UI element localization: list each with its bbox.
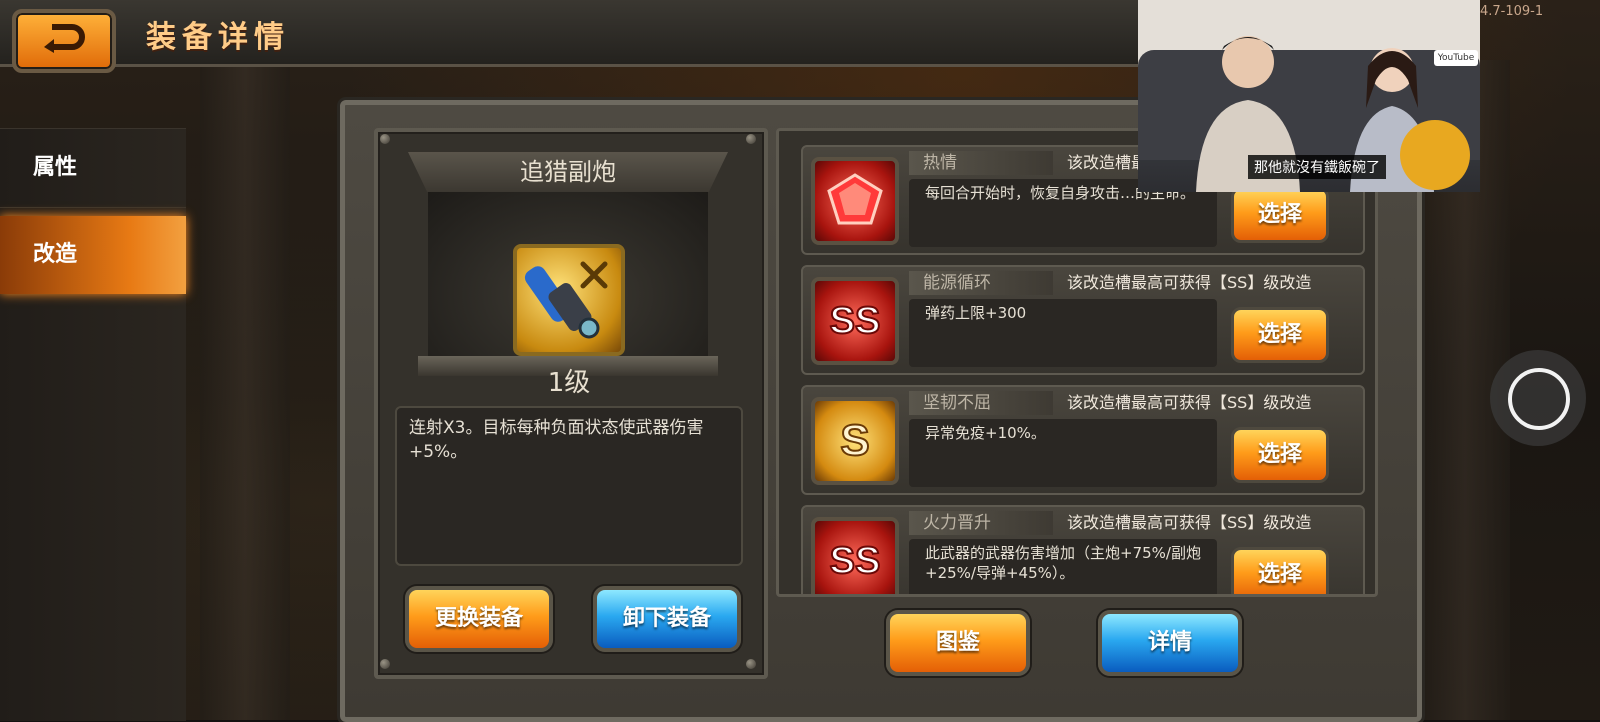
stream-subtitle: 那他就沒有鐵飯碗了 [1248,155,1386,179]
side-nav: 属性 改造 [0,128,186,721]
ss-rank-icon: SS [811,517,899,594]
mod-name: 火力晋升 [909,511,1053,535]
page-title: 装备详情 [146,20,290,55]
mod-cap-text: 该改造槽最高可获得【SS】级改造 [1067,393,1312,412]
select-button[interactable]: 选择 [1231,307,1329,363]
rank-badge: SS [830,540,881,582]
mod-name: 能源循环 [909,271,1053,295]
rivet [746,659,756,669]
circle-icon [1508,368,1570,430]
s-rank-icon: S [811,397,899,485]
back-arrow-icon [44,24,85,53]
rank-badge: S [840,416,869,465]
equipment-description: 连射X3。目标每种负面状态使武器伤害+5%。 [409,418,704,462]
mod-slot-card: SS 能源循环 该改造槽最高可获得【SS】级改造 弹药上限+300 选择 [801,265,1365,375]
rivet [380,134,390,144]
mod-effect-text: 异常免疫+10%。 [925,424,1046,442]
bg-pillar [200,60,290,720]
mod-effect-text: 弹药上限+300 [925,304,1027,322]
equipment-name: 追猎副炮 [408,152,728,192]
top-bar: 装备详情 [0,0,1160,73]
cannon-weapon-icon[interactable] [513,244,625,356]
description-box: 连射X3。目标每种负面状态使武器伤害+5%。 [395,406,743,566]
back-button[interactable] [12,9,116,73]
nav-item-attributes[interactable]: 属性 [0,129,186,208]
nav-item-label: 属性 [32,155,77,180]
rivet [746,134,756,144]
mod-name: 热情 [909,151,1053,175]
mod-effect-box: 此武器的武器伤害增加（主炮+75%/副炮+25%/导弹+45%）。 [909,539,1217,594]
select-button[interactable]: 选择 [1231,427,1329,483]
select-button[interactable]: 选择 [1231,547,1329,594]
teddy-bear [1400,120,1470,190]
webcam-overlay: YouTube 那他就沒有鐵飯碗了 [1138,0,1480,192]
rank-badge: SS [830,300,881,342]
youtube-badge: YouTube [1434,50,1478,66]
nav-item-label: 改造 [32,242,77,267]
mod-effect-text: 此武器的武器伤害增加（主炮+75%/副炮+25%/导弹+45%）。 [925,544,1201,582]
mod-slot-list[interactable]: 热情 该改造槽最高可获得【SS】级改造 每回合开始时，恢复自身攻击…的生命。 选… [776,128,1378,597]
mod-cap-text: 该改造槽最高可获得【SS】级改造 [1067,513,1312,532]
nav-item-modify[interactable]: 改造 [0,216,186,294]
floating-assist-button[interactable] [1490,350,1586,446]
ruby-gem-icon [811,157,899,245]
mod-effect-box: 弹药上限+300 [909,299,1217,367]
select-button[interactable]: 选择 [1231,187,1329,243]
unequip-button[interactable]: 卸下装备 [593,586,741,652]
change-equipment-button[interactable]: 更换装备 [405,586,553,652]
equipment-level: 1级 [547,368,591,398]
detail-button[interactable]: 详情 [1098,610,1242,676]
rivet [380,659,390,669]
mod-effect-box: 异常免疫+10%。 [909,419,1217,487]
ss-rank-icon: SS [811,277,899,365]
version-label: 4.7-109-1 [1480,4,1544,19]
mod-name: 坚韧不屈 [909,391,1053,415]
mod-slot-card: SS 火力晋升 该改造槽最高可获得【SS】级改造 此武器的武器伤害增加（主炮+7… [801,505,1365,594]
codex-button[interactable]: 图鉴 [886,610,1030,676]
mod-slot-card: S 坚韧不屈 该改造槽最高可获得【SS】级改造 异常免疫+10%。 选择 [801,385,1365,495]
mod-cap-text: 该改造槽最高可获得【SS】级改造 [1067,273,1312,292]
